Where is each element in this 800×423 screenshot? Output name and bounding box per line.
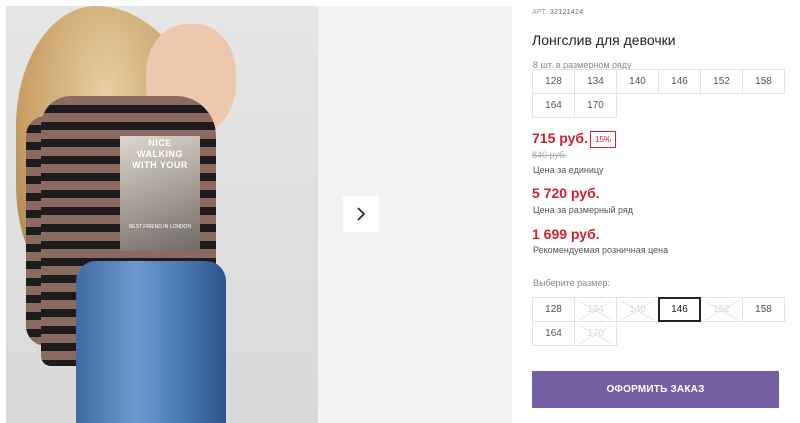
size-option[interactable]: 164: [532, 321, 575, 346]
retail-price-note: Рекомендуемая розничная цена: [533, 245, 669, 255]
size-select-grid: 128 134 140 146 152 158 164 170: [532, 297, 785, 346]
article-label: АРТ.: [532, 9, 548, 16]
size-option[interactable]: 146: [658, 297, 701, 322]
unit-price-note: Цена за единицу: [533, 165, 604, 175]
size-option: 170: [574, 321, 617, 346]
photo-print-text: NICE WALKING WITH YOUR: [132, 138, 188, 170]
size-run-cell: 164: [532, 93, 575, 118]
chevron-right-icon: [357, 207, 366, 221]
size-run-grid: 128 134 140 146 152 158 164 170: [532, 69, 785, 118]
run-price: 5 720 руб.: [532, 185, 600, 201]
size-run-cell: 140: [616, 69, 659, 94]
product-title: Лонгслив для девочки: [532, 32, 676, 48]
size-run-cell: 158: [742, 69, 785, 94]
size-option: 140: [616, 297, 659, 322]
size-run-cell: 152: [700, 69, 743, 94]
size-run-cell: 134: [574, 69, 617, 94]
photo-jeans: [76, 261, 226, 423]
size-run-cell: 170: [574, 93, 617, 118]
size-option: 152: [700, 297, 743, 322]
product-photo: NICE WALKING WITH YOUR BEST FRIEND IN LO…: [6, 6, 318, 423]
photo-print-small: BEST FRIEND IN LONDON: [128, 224, 192, 230]
old-price: 840 руб.: [532, 150, 567, 160]
size-run-cell: 146: [658, 69, 701, 94]
size-option[interactable]: 158: [742, 297, 785, 322]
retail-price: 1 699 руб.: [532, 226, 600, 242]
size-option: 134: [574, 297, 617, 322]
run-price-note: Цена за размерный ряд: [533, 205, 634, 215]
gallery-next-button[interactable]: [343, 196, 379, 232]
order-button[interactable]: ОФОРМИТЬ ЗАКАЗ: [532, 371, 779, 408]
article-number: АРТ. 32121424: [532, 9, 583, 16]
discount-badge: 15%: [590, 131, 617, 148]
choose-size-label: Выберите размер:: [533, 278, 610, 288]
product-gallery: NICE WALKING WITH YOUR BEST FRIEND IN LO…: [6, 6, 512, 423]
article-value: 32121424: [549, 9, 584, 16]
size-run-cell: 128: [532, 69, 575, 94]
product-details: АРТ. 32121424 Лонгслив для девочки 8 шт.…: [532, 0, 800, 423]
unit-price: 715 руб.: [532, 130, 588, 146]
size-option[interactable]: 128: [532, 297, 575, 322]
